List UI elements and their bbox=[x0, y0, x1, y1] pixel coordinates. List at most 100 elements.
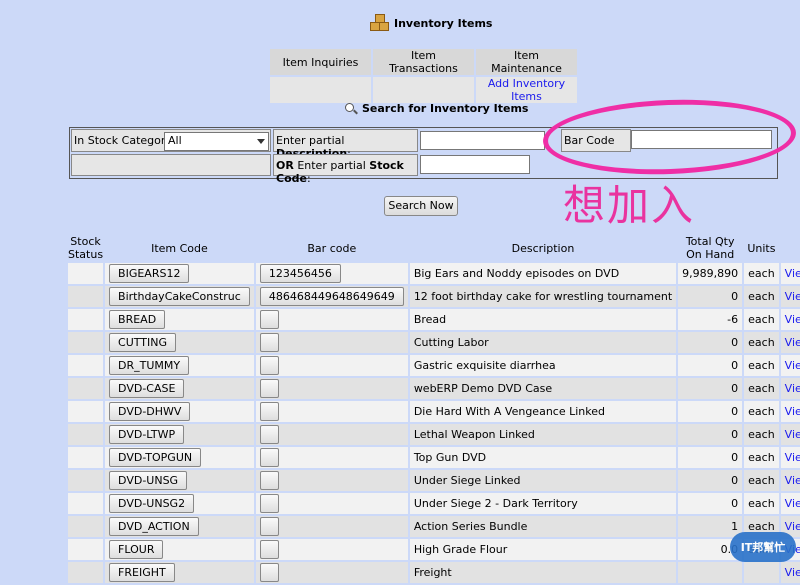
units-cell: each bbox=[744, 378, 779, 399]
col-description: Description bbox=[409, 235, 677, 261]
description-cell: webERP Demo DVD Case bbox=[409, 378, 677, 399]
item-code-button[interactable]: FREIGHT bbox=[109, 563, 175, 582]
menu-cell-empty bbox=[373, 77, 474, 103]
item-code-cell: FREIGHT bbox=[105, 562, 254, 583]
stock-code-label-cell: OR Enter partial Stock Code: bbox=[273, 154, 418, 185]
barcode-button[interactable] bbox=[259, 563, 279, 582]
search-section-title: Search for Inventory Items bbox=[345, 102, 528, 115]
qty-cell: 0 bbox=[678, 470, 743, 491]
barcode-button[interactable] bbox=[259, 333, 279, 352]
description-cell: Bread bbox=[409, 309, 677, 330]
menu-cell-add: Add Inventory Items bbox=[476, 77, 577, 103]
description-cell: Action Series Bundle bbox=[409, 516, 677, 537]
item-code-button[interactable]: DVD-LTWP bbox=[109, 425, 185, 444]
barcode-button[interactable]: 123456456 bbox=[259, 264, 341, 283]
table-row: BirthdayCakeConstruc 486468449648649649 12… bbox=[68, 286, 800, 307]
view-link[interactable]: View bbox=[785, 566, 800, 579]
item-code-button[interactable]: BIGEARS12 bbox=[109, 264, 190, 283]
description-cell: High Grade Flour bbox=[409, 539, 677, 560]
menu-header-transactions: Item Transactions bbox=[373, 49, 474, 75]
item-code-button[interactable]: BREAD bbox=[109, 310, 166, 329]
col-stock-status: Stock Status bbox=[68, 235, 104, 261]
table-row: BREAD Bread-6each View bbox=[68, 309, 800, 330]
table-row: DR_TUMMY Gastric exquisite diarrhea 0 each V… bbox=[68, 355, 800, 376]
barcode-button[interactable]: 486468449648649649 bbox=[259, 287, 404, 306]
annotation-text: 想加入 bbox=[563, 181, 696, 230]
view-link[interactable]: View bbox=[785, 336, 800, 349]
stock-category-select[interactable]: All bbox=[164, 132, 269, 151]
item-code-button[interactable]: DR_TUMMY bbox=[109, 356, 190, 375]
units-cell: each bbox=[744, 355, 779, 376]
description-cell: Top Gun DVD bbox=[409, 447, 677, 468]
view-link[interactable]: View bbox=[785, 382, 800, 395]
item-code-button[interactable]: DVD-DHWV bbox=[109, 402, 191, 421]
search-now-button[interactable]: Search Now bbox=[384, 196, 458, 216]
barcode-button[interactable] bbox=[259, 379, 279, 398]
view-cell: View bbox=[780, 309, 800, 330]
item-code-cell: BIGEARS12 bbox=[105, 263, 254, 284]
view-link[interactable]: View bbox=[785, 313, 800, 326]
table-row: DVD-TOPGUN Top Gun DVD0each View bbox=[68, 447, 800, 468]
barcode-button[interactable] bbox=[259, 356, 279, 375]
units-cell: each bbox=[744, 332, 779, 353]
barcode-button[interactable] bbox=[259, 517, 279, 536]
item-code-button[interactable]: BirthdayCakeConstruc bbox=[109, 287, 250, 306]
table-row: DVD-UNSG2 Under Siege 2 - Dark Territory 0… bbox=[68, 493, 800, 514]
description-cell: Die Hard With A Vengeance Linked bbox=[409, 401, 677, 422]
description-cell: Freight bbox=[409, 562, 677, 583]
barcode-button[interactable] bbox=[259, 310, 279, 329]
item-code-cell: BirthdayCakeConstruc bbox=[105, 286, 254, 307]
item-code-button[interactable]: FLOUR bbox=[109, 540, 164, 559]
stock-code-input[interactable] bbox=[420, 155, 530, 174]
units-cell: each bbox=[744, 493, 779, 514]
barcode-cell: 123456456 bbox=[255, 263, 408, 284]
stock-status-cell bbox=[68, 424, 104, 445]
stock-status-cell bbox=[68, 470, 104, 491]
view-link[interactable]: View bbox=[785, 474, 800, 487]
description-input[interactable] bbox=[420, 131, 545, 150]
stock-category-cell: In Stock Category: All bbox=[71, 129, 271, 152]
barcode-button[interactable] bbox=[259, 540, 279, 559]
stock-code-label: OR Enter partial Stock Code: bbox=[276, 159, 404, 185]
item-code-button[interactable]: CUTTING bbox=[109, 333, 177, 352]
barcode-cell bbox=[255, 447, 408, 468]
item-code-button[interactable]: DVD-UNSG2 bbox=[109, 494, 195, 513]
view-cell: View bbox=[780, 470, 800, 491]
view-link[interactable]: View bbox=[785, 451, 800, 464]
view-cell: View bbox=[780, 286, 800, 307]
item-code-cell: DVD-UNSG bbox=[105, 470, 254, 491]
page-title: Inventory Items bbox=[394, 16, 493, 30]
item-code-button[interactable]: DVD-CASE bbox=[109, 379, 185, 398]
qty-cell: -6 bbox=[678, 309, 743, 330]
barcode-button[interactable] bbox=[259, 425, 279, 444]
barcode-button[interactable] bbox=[259, 448, 279, 467]
barcode-cell: 486468449648649649 bbox=[255, 286, 408, 307]
view-link[interactable]: View bbox=[785, 405, 800, 418]
barcode-button[interactable] bbox=[259, 494, 279, 513]
item-code-button[interactable]: DVD-TOPGUN bbox=[109, 448, 202, 467]
barcode-button[interactable] bbox=[259, 402, 279, 421]
view-cell: View bbox=[780, 332, 800, 353]
view-link[interactable]: View bbox=[785, 497, 800, 510]
qty-cell: 0 bbox=[678, 447, 743, 468]
view-link[interactable]: View bbox=[785, 359, 800, 372]
view-link[interactable]: View bbox=[785, 290, 800, 303]
view-cell: View bbox=[780, 424, 800, 445]
table-row: FLOURHigh Grade Flour0.0eachView bbox=[68, 539, 800, 560]
view-link[interactable]: View bbox=[785, 267, 800, 280]
item-code-button[interactable]: DVD-UNSG bbox=[109, 471, 188, 490]
stock-category-value: All bbox=[168, 134, 182, 147]
table-row: DVD-DHWV Die Hard With A Vengeance Linked… bbox=[68, 401, 800, 422]
barcode-cell bbox=[255, 355, 408, 376]
barcode-cell bbox=[255, 332, 408, 353]
view-link[interactable]: View bbox=[785, 428, 800, 441]
view-link[interactable]: View bbox=[785, 520, 800, 533]
barcode-button[interactable] bbox=[259, 471, 279, 490]
table-row: BIGEARS12 123456456 Big Ears and Noddy epi… bbox=[68, 263, 800, 284]
item-code-cell: DVD_ACTION bbox=[105, 516, 254, 537]
description-cell: Lethal Weapon Linked bbox=[409, 424, 677, 445]
item-code-button[interactable]: DVD_ACTION bbox=[109, 517, 199, 536]
description-cell: Cutting Labor bbox=[409, 332, 677, 353]
barcode-cell bbox=[255, 309, 408, 330]
add-inventory-items-link[interactable]: Add Inventory Items bbox=[488, 77, 565, 103]
